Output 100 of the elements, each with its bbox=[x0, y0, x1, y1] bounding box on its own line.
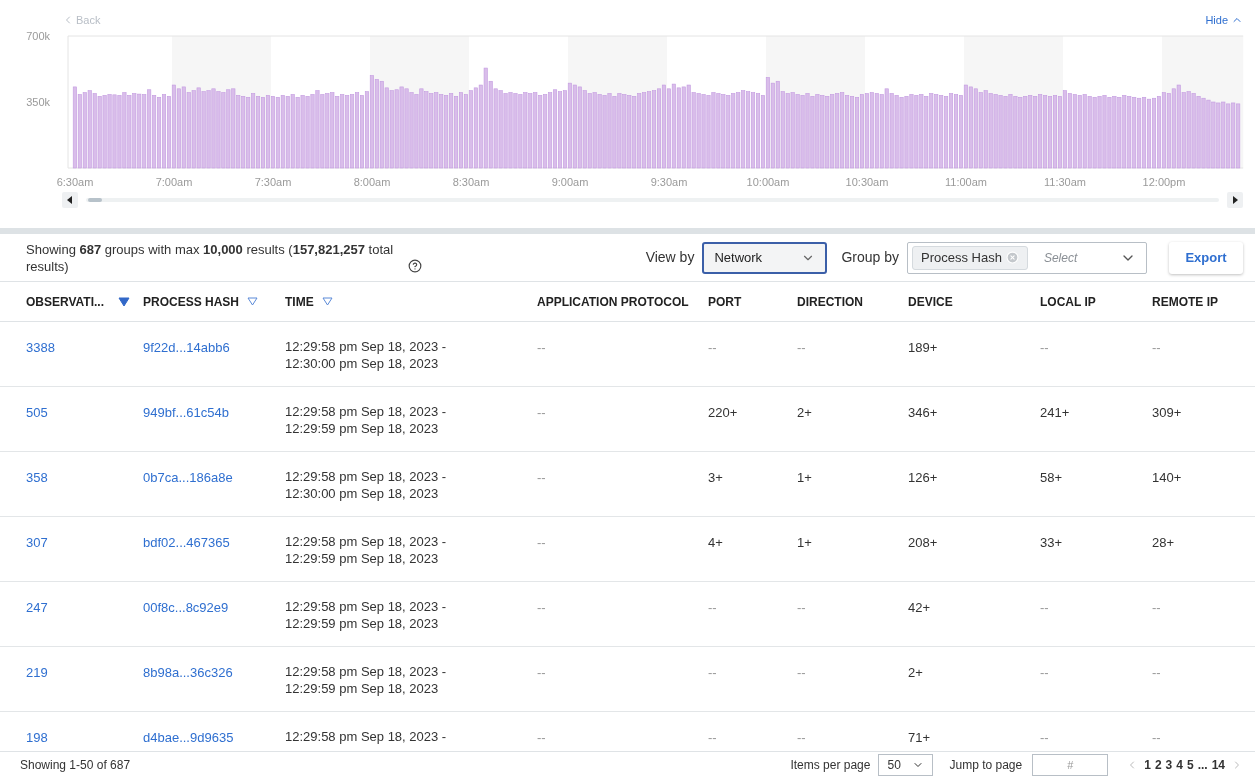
hide-button[interactable]: Hide bbox=[1205, 11, 1243, 29]
table-cell-text: -- bbox=[708, 339, 717, 357]
jump-to-page-field[interactable]: # bbox=[1032, 754, 1109, 776]
table-link[interactable]: 3388 bbox=[26, 338, 55, 358]
table-cell-text: -- bbox=[537, 339, 546, 357]
table-cell: 12:29:58 pm Sep 18, 2023 - 12:29:59 pm Sep 18, 2023 bbox=[285, 403, 447, 437]
table-cell-text: 189+ bbox=[908, 339, 938, 357]
table-cell-text: -- bbox=[797, 664, 806, 682]
table-link[interactable]: 358 bbox=[26, 468, 48, 488]
table-cell: 12:29:58 pm Sep 18, 2023 - 12:30:00 pm Sep 18, 2023 bbox=[285, 338, 447, 372]
table-link[interactable]: d4bae...9d9635 bbox=[143, 728, 234, 748]
table-cell-text: 346+ bbox=[908, 404, 938, 422]
table-cell-text: 71+ bbox=[908, 729, 931, 747]
table-link[interactable]: 198 bbox=[26, 728, 48, 748]
table-cell-text: -- bbox=[537, 469, 546, 487]
table-cell-text: 2+ bbox=[797, 404, 812, 422]
table-link[interactable]: bdf02...467365 bbox=[143, 533, 230, 553]
column-header: DIRECTION bbox=[797, 293, 863, 311]
table-cell-text: -- bbox=[537, 404, 546, 422]
table-link[interactable]: 505 bbox=[26, 403, 48, 423]
column-header[interactable]: OBSERVATI... bbox=[26, 292, 104, 311]
page-link[interactable]: 14 bbox=[1209, 756, 1227, 774]
table-cell-text: 33+ bbox=[1040, 534, 1063, 552]
table-cell-text: -- bbox=[537, 599, 546, 617]
page-link[interactable]: 4 bbox=[1174, 756, 1185, 774]
table-cell-text: 58+ bbox=[1040, 469, 1063, 487]
table-cell-text: -- bbox=[1152, 664, 1161, 682]
table-link[interactable]: 8b98a...36c326 bbox=[143, 663, 233, 683]
table-cell-text: -- bbox=[537, 534, 546, 552]
column-header: DEVICE bbox=[908, 293, 953, 311]
column-header: PORT bbox=[708, 293, 742, 311]
page-link[interactable]: 1 bbox=[1142, 756, 1153, 774]
column-header[interactable]: TIME bbox=[285, 292, 314, 311]
table-cell-text: -- bbox=[1040, 339, 1049, 357]
table-cell-text: -- bbox=[1152, 729, 1161, 747]
table-cell-text: 126+ bbox=[908, 469, 938, 487]
table-cell-text: -- bbox=[797, 729, 806, 747]
x-axis-label: 11:00am bbox=[945, 176, 987, 188]
column-header[interactable]: PROCESS HASH bbox=[143, 292, 240, 311]
x-axis-label: 7:30am bbox=[254, 176, 292, 188]
view-by-label: View by bbox=[645, 248, 695, 267]
group-chip[interactable]: Process Hash bbox=[912, 245, 1028, 270]
table-cell-text: -- bbox=[1040, 599, 1049, 617]
table-cell-text: 42+ bbox=[908, 599, 931, 617]
table-cell: 12:29:58 pm Sep 18, 2023 - 12:30:00 pm Sep 18, 2023 bbox=[285, 468, 447, 502]
group-by-select[interactable]: Process Hash Select bbox=[907, 241, 1147, 274]
x-axis-label: 8:00am bbox=[353, 176, 391, 188]
table-link[interactable]: 247 bbox=[26, 598, 48, 618]
table-cell-text: 220+ bbox=[708, 404, 738, 422]
column-header: APPLICATION PROTOCOL bbox=[537, 293, 689, 311]
table-cell: 12:29:58 pm Sep 18, 2023 - bbox=[285, 728, 447, 745]
showing-text: Showing 1-50 of 687 bbox=[20, 757, 131, 774]
table-cell-text: -- bbox=[1040, 664, 1049, 682]
page-link[interactable]: 5 bbox=[1184, 756, 1196, 774]
x-axis-label: 7:00am bbox=[155, 176, 193, 188]
x-axis-label: 12:00pm bbox=[1142, 176, 1186, 188]
table-cell-text: -- bbox=[797, 339, 806, 357]
table-cell-text: -- bbox=[1040, 729, 1049, 747]
table-link[interactable]: 219 bbox=[26, 663, 48, 683]
group-by-label: Group by bbox=[841, 248, 899, 267]
x-axis-label: 6:30am bbox=[56, 176, 94, 188]
x-axis-label: 11:30am bbox=[1044, 176, 1086, 188]
table-cell-text: -- bbox=[537, 729, 546, 747]
view-by-select[interactable]: Network bbox=[702, 241, 828, 274]
table-cell-text: -- bbox=[708, 729, 717, 747]
table-cell-text: -- bbox=[1152, 339, 1161, 357]
table-cell-text: 28+ bbox=[1152, 534, 1175, 552]
table-cell-text: -- bbox=[537, 664, 546, 682]
table-cell-text: 3+ bbox=[708, 469, 723, 487]
column-header: REMOTE IP bbox=[1152, 293, 1218, 311]
page-link[interactable]: 3 bbox=[1163, 756, 1175, 774]
table-cell-text: 4+ bbox=[708, 534, 723, 552]
table-link[interactable]: 949bf...61c54b bbox=[143, 403, 230, 423]
export-button[interactable]: Export bbox=[1169, 241, 1243, 274]
page-link[interactable]: ... bbox=[1195, 756, 1210, 774]
select-placeholder: Select bbox=[1043, 249, 1078, 267]
y-axis-label: 350k bbox=[26, 96, 50, 108]
table-cell-text: -- bbox=[708, 664, 717, 682]
page-link[interactable]: 2 bbox=[1152, 756, 1164, 774]
table-cell: 12:29:58 pm Sep 18, 2023 - 12:29:59 pm Sep 18, 2023 bbox=[285, 663, 447, 697]
table-cell-text: 208+ bbox=[908, 534, 938, 552]
x-axis-label: 8:30am bbox=[452, 176, 490, 188]
items-per-page-select[interactable]: 50 bbox=[878, 754, 934, 776]
x-axis-label: 10:00am bbox=[746, 176, 790, 188]
x-axis-label: 9:00am bbox=[551, 176, 589, 188]
table-cell-text: 241+ bbox=[1040, 404, 1070, 422]
table-link[interactable]: 00f8c...8c92e9 bbox=[143, 598, 229, 618]
table-cell-text: 2+ bbox=[908, 664, 923, 682]
table-cell-text: -- bbox=[797, 599, 806, 617]
items-per-page-label: Items per page bbox=[790, 757, 871, 774]
jump-to-page-label: Jump to page bbox=[949, 757, 1023, 774]
column-header: LOCAL IP bbox=[1040, 293, 1096, 311]
table-cell-text: -- bbox=[1152, 599, 1161, 617]
table-link[interactable]: 307 bbox=[26, 533, 48, 553]
table-cell-text: 1+ bbox=[797, 534, 812, 552]
table-cell-text: 1+ bbox=[797, 469, 812, 487]
x-axis-label: 10:30am bbox=[845, 176, 889, 188]
table-cell-text: 140+ bbox=[1152, 469, 1182, 487]
table-link[interactable]: 0b7ca...186a8e bbox=[143, 468, 233, 488]
table-link[interactable]: 9f22d...14abb6 bbox=[143, 338, 230, 358]
